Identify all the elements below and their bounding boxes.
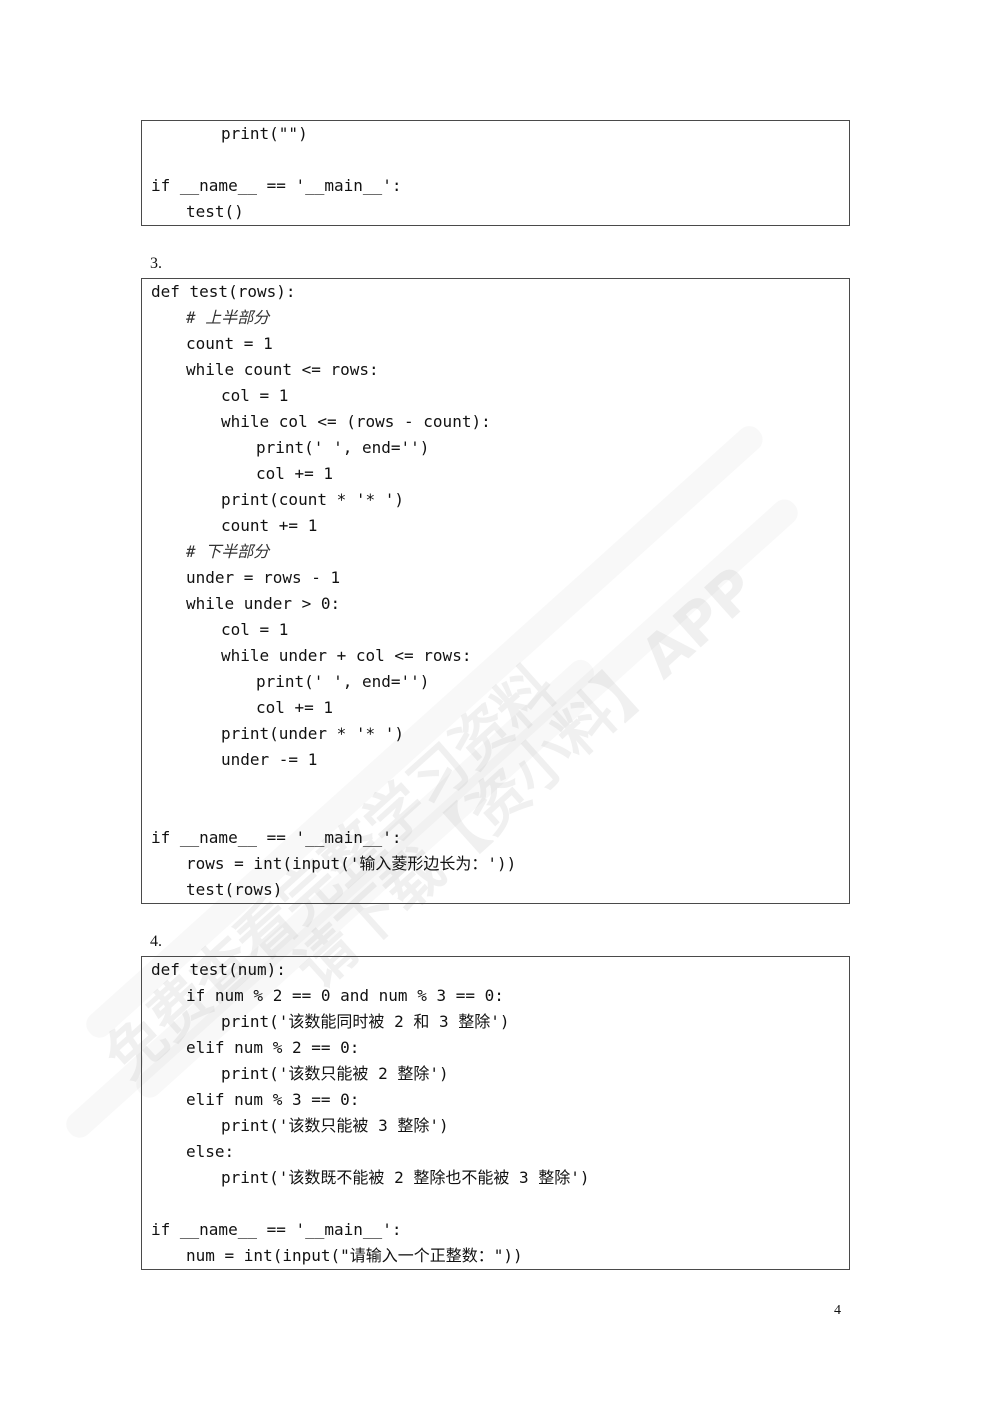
code-line: test(): [186, 202, 244, 221]
code-line: rows = int(input('输入菱形边长为：')): [186, 854, 517, 873]
code-line: col += 1: [256, 698, 334, 717]
code-line: under -= 1: [221, 750, 318, 769]
code-line: print('该数只能被 3 整除'): [221, 1116, 449, 1135]
code-line: print(""): [221, 124, 308, 143]
code-line: col = 1: [221, 386, 289, 405]
code-line: if __name__ == '__main__':: [151, 1220, 402, 1239]
code-line: def test(rows):: [151, 282, 296, 301]
code-line: def test(num):: [151, 960, 286, 979]
code-comment: # 上半部分: [186, 308, 270, 327]
code-line: col += 1: [256, 464, 334, 483]
code-line: while col <= (rows - count):: [221, 412, 491, 431]
code-line: if num % 2 == 0 and num % 3 == 0:: [186, 986, 504, 1005]
page-number: 4: [834, 1303, 841, 1318]
code-line: test(rows): [186, 880, 283, 899]
code-comment: # 下半部分: [186, 542, 270, 561]
code-block-4: def test(num): if num % 2 == 0 and num % …: [141, 956, 850, 1270]
code-line: else:: [186, 1142, 235, 1161]
code-line: print(' ', end=''): [256, 438, 430, 457]
code-line: while under + col <= rows:: [221, 646, 472, 665]
code-line: count = 1: [186, 334, 273, 353]
code-line: while count <= rows:: [186, 360, 379, 379]
code-line: count += 1: [221, 516, 318, 535]
code-line: print('该数只能被 2 整除'): [221, 1064, 449, 1083]
code-line: num = int(input("请输入一个正整数：")): [186, 1246, 523, 1265]
code-line: print(under * '* '): [221, 724, 405, 743]
document-page: 免费查看完整学习资料 请下载【资小料】APP print("") if __nam…: [0, 0, 993, 1404]
code-line: print(' ', end=''): [256, 672, 430, 691]
code-line: elif num % 2 == 0:: [186, 1038, 360, 1057]
code-line: under = rows - 1: [186, 568, 341, 587]
code-line: print('该数能同时被 2 和 3 整除'): [221, 1012, 510, 1031]
code-line: elif num % 3 == 0:: [186, 1090, 360, 1109]
code-line: if __name__ == '__main__':: [151, 176, 402, 195]
section-4-label: 4.: [150, 933, 162, 950]
code-line: if __name__ == '__main__':: [151, 828, 402, 847]
code-line: while under > 0:: [186, 594, 341, 613]
code-line: col = 1: [221, 620, 289, 639]
code-block-3: def test(rows): # 上半部分 count = 1 while coun…: [141, 278, 850, 904]
section-3-label: 3.: [150, 255, 162, 272]
code-line: print(count * '* '): [221, 490, 405, 509]
code-block-2-tail: print("") if __name__ == '__main__': test(…: [141, 120, 850, 226]
code-line: print('该数既不能被 2 整除也不能被 3 整除'): [221, 1168, 590, 1187]
